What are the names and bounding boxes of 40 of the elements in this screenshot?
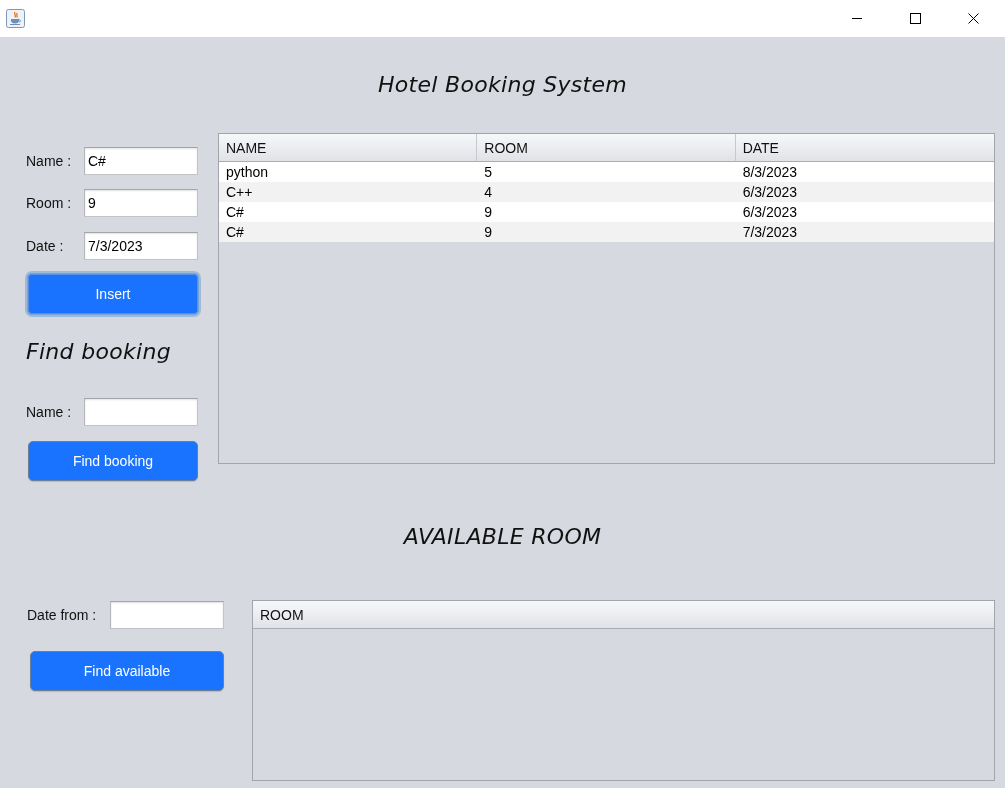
- column-header[interactable]: ROOM: [253, 601, 994, 629]
- table-cell: 8/3/2023: [742, 164, 798, 180]
- section-heading: AVAILABLE ROOM: [403, 523, 602, 551]
- maximize-icon: [909, 13, 921, 24]
- table-row[interactable]: C# 9 7/3/2023: [219, 222, 994, 242]
- table-row[interactable]: C++ 4 6/3/2023: [219, 182, 994, 202]
- field-label: Name :: [26, 153, 72, 169]
- text-field[interactable]: [110, 601, 224, 629]
- coffee-cup-icon[interactable]: [6, 9, 25, 28]
- table-row[interactable]: C# 9 6/3/2023: [219, 202, 994, 222]
- column-header[interactable]: DATE: [735, 134, 994, 162]
- text-field[interactable]: C#: [84, 147, 198, 175]
- table-row[interactable]: python 5 8/3/2023: [219, 162, 994, 182]
- table-cell: 5: [484, 164, 493, 180]
- action-button[interactable]: Insert: [27, 273, 199, 315]
- text-field[interactable]: 9: [84, 189, 198, 217]
- table-cell: 6/3/2023: [742, 204, 798, 220]
- text-field[interactable]: [84, 398, 198, 426]
- table-cell: 9: [484, 224, 493, 240]
- table-cell: C#: [226, 224, 244, 240]
- table-cell: 4: [484, 184, 493, 200]
- action-button[interactable]: Find booking: [28, 441, 198, 481]
- column-header[interactable]: NAME: [219, 134, 478, 162]
- page-title: Hotel Booking System: [377, 71, 628, 99]
- field-label: Date from :: [27, 607, 97, 623]
- section-heading: Find booking: [26, 338, 171, 366]
- table-cell: 7/3/2023: [742, 224, 798, 240]
- field-label: Date :: [26, 238, 64, 254]
- field-label: Room :: [26, 195, 72, 211]
- table-cell: C#: [226, 204, 244, 220]
- close-icon: [967, 13, 979, 24]
- table-cell: 6/3/2023: [742, 184, 798, 200]
- action-button[interactable]: Find available: [30, 651, 224, 691]
- text-field[interactable]: 7/3/2023: [84, 232, 198, 260]
- minimize-icon: [852, 18, 862, 19]
- column-header[interactable]: ROOM: [477, 134, 736, 162]
- table-cell: python: [226, 164, 269, 180]
- field-label: Name :: [26, 404, 72, 420]
- table-cell: 9: [484, 204, 493, 220]
- table-cell: C++: [226, 184, 253, 200]
